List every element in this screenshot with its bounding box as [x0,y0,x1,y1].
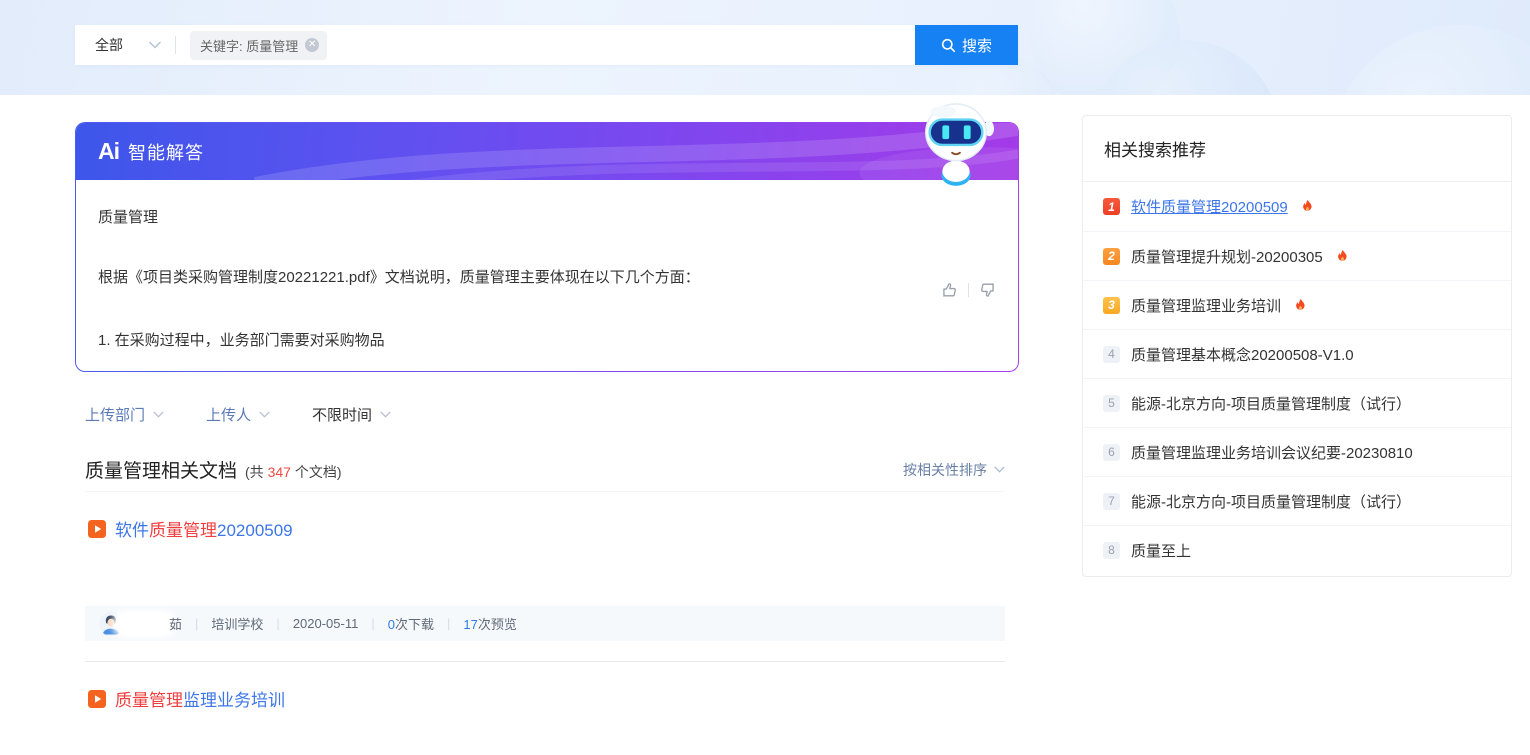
document-type-icon [88,690,106,708]
divider [968,283,969,297]
ai-panel-title: 智能解答 [128,139,204,165]
result-meta-bar: 茹 | 培训学校 | 2020-05-11 | 0次下载 | 17次预览 [85,606,1005,641]
related-search-item[interactable]: 3 质量管理监理业务培训 [1083,280,1511,329]
hot-flame-icon [1336,249,1349,264]
category-select[interactable]: 全部 [75,35,175,55]
related-search-text: 能源-北京方向-项目质量管理制度（试行） [1131,393,1411,414]
upload-date: 2020-05-11 [293,616,359,631]
result-title-text: 软件质量管理20200509 [115,516,293,541]
related-search-link[interactable]: 软件质量管理20200509 [1131,196,1288,217]
rank-badge: 3 [1103,297,1120,314]
related-search-text: 质量管理监理业务培训 [1131,295,1281,316]
related-search-panel: 相关搜索推荐 1 软件质量管理20200509 2 质量管理提升规划-20200… [1082,115,1512,577]
download-count: 0次下载 [388,614,434,633]
view-count: 17次预览 [463,614,516,633]
feedback-controls [941,281,996,299]
sort-select[interactable]: 按相关性排序 [903,460,1005,480]
filter-upload-department[interactable]: 上传部门 [85,404,164,425]
sort-label: 按相关性排序 [903,460,987,480]
divider [85,661,1005,662]
hot-flame-icon [1301,199,1314,214]
filter-label: 不限时间 [312,404,372,425]
chevron-down-icon [153,411,164,418]
rank-badge: 8 [1103,542,1120,559]
close-icon[interactable]: ✕ [305,38,319,52]
filter-label: 上传人 [206,404,251,425]
ai-answer-line: 1. 在采购过程中，业务部门需要对采购物品 [98,329,996,350]
thumbs-down-icon[interactable] [978,281,996,299]
rank-badge: 5 [1103,395,1120,412]
rank-badge: 2 [1103,248,1120,265]
search-results-page: 全部 关键字: 质量管理 ✕ 搜索 Ai 智能解答 质 [0,0,1530,755]
keyword-tag-label: 关键字: 质量管理 [200,36,298,55]
uploader-name: 茹 [169,614,182,633]
chevron-down-icon [149,41,161,49]
search-button[interactable]: 搜索 [915,25,1018,65]
results-count: (共 347 个文档) [245,462,341,482]
chevron-down-icon [994,466,1005,473]
related-search-item[interactable]: 8 质量至上 [1083,525,1511,574]
related-search-text: 质量至上 [1131,540,1191,561]
rank-badge: 4 [1103,346,1120,363]
divider: | [195,616,198,631]
ai-panel-header: Ai 智能解答 [76,123,1018,180]
search-bar: 全部 关键字: 质量管理 ✕ 搜索 [75,25,1018,65]
related-search-item[interactable]: 4 质量管理基本概念20200508-V1.0 [1083,329,1511,378]
related-search-text: 质量管理基本概念20200508-V1.0 [1131,344,1354,365]
thumbs-up-icon[interactable] [941,281,959,299]
redacted-uploader-name [115,613,173,635]
related-search-item[interactable]: 1 软件质量管理20200509 [1083,182,1511,231]
chevron-down-icon [380,411,391,418]
document-type-icon [88,520,106,538]
related-search-item[interactable]: 5 能源-北京方向-项目质量管理制度（试行） [1083,378,1511,427]
uploader-org: 培训学校 [211,614,263,633]
divider: | [276,616,279,631]
header-swirl-decoration [76,123,1018,180]
ai-answer-body: 质量管理 根据《项目类采购管理制度20221221.pdf》文档说明，质量管理主… [76,180,1018,350]
related-search-text: 质量管理监理业务培训会议纪要-20230810 [1131,442,1413,463]
ai-robot-mascot-icon [917,97,995,187]
related-search-item[interactable]: 6 质量管理监理业务培训会议纪要-20230810 [1083,427,1511,476]
filter-bar: 上传部门 上传人 不限时间 [85,404,391,425]
result-item-title[interactable]: 软件质量管理20200509 [88,516,293,541]
results-title: 质量管理相关文档 [85,456,237,483]
divider [175,36,176,54]
category-label: 全部 [95,35,123,55]
ai-query-text: 质量管理 [98,206,996,227]
rank-badge: 1 [1103,198,1120,215]
related-search-item[interactable]: 7 能源-北京方向-项目质量管理制度（试行） [1083,476,1511,525]
chevron-down-icon [259,411,270,418]
rank-badge: 7 [1103,493,1120,510]
divider: | [371,616,374,631]
keyword-tag[interactable]: 关键字: 质量管理 ✕ [190,31,327,60]
highlighted-keyword: 质量管理 [149,521,217,540]
divider: | [447,616,450,631]
related-search-text: 能源-北京方向-项目质量管理制度（试行） [1131,491,1411,512]
filter-time-range[interactable]: 不限时间 [312,404,391,425]
ai-logo: Ai [98,138,119,165]
results-header: 质量管理相关文档 (共 347 个文档) 按相关性排序 [85,448,1005,492]
related-search-item[interactable]: 2 质量管理提升规划-20200305 [1083,231,1511,280]
ai-answer-line: 根据《项目类采购管理制度20221221.pdf》文档说明，质量管理主要体现在以… [98,266,996,287]
hot-flame-icon [1294,298,1307,313]
related-search-text: 质量管理提升规划-20200305 [1131,246,1323,267]
search-button-label: 搜索 [962,35,992,56]
filter-uploader[interactable]: 上传人 [206,404,270,425]
decorative-bubble [1330,25,1530,95]
results-count-number: 347 [268,464,291,480]
related-search-title: 相关搜索推荐 [1083,116,1511,182]
result-item-title[interactable]: 质量管理监理业务培训 [88,686,285,711]
highlighted-keyword: 质量管理 [115,691,183,710]
filter-label: 上传部门 [85,404,145,425]
rank-badge: 6 [1103,444,1120,461]
ai-answer-panel: Ai 智能解答 质量管理 根据《项目类采购管理制度20221221.pdf》文档… [75,122,1019,372]
result-title-text: 质量管理监理业务培训 [115,686,285,711]
search-icon [941,38,956,53]
